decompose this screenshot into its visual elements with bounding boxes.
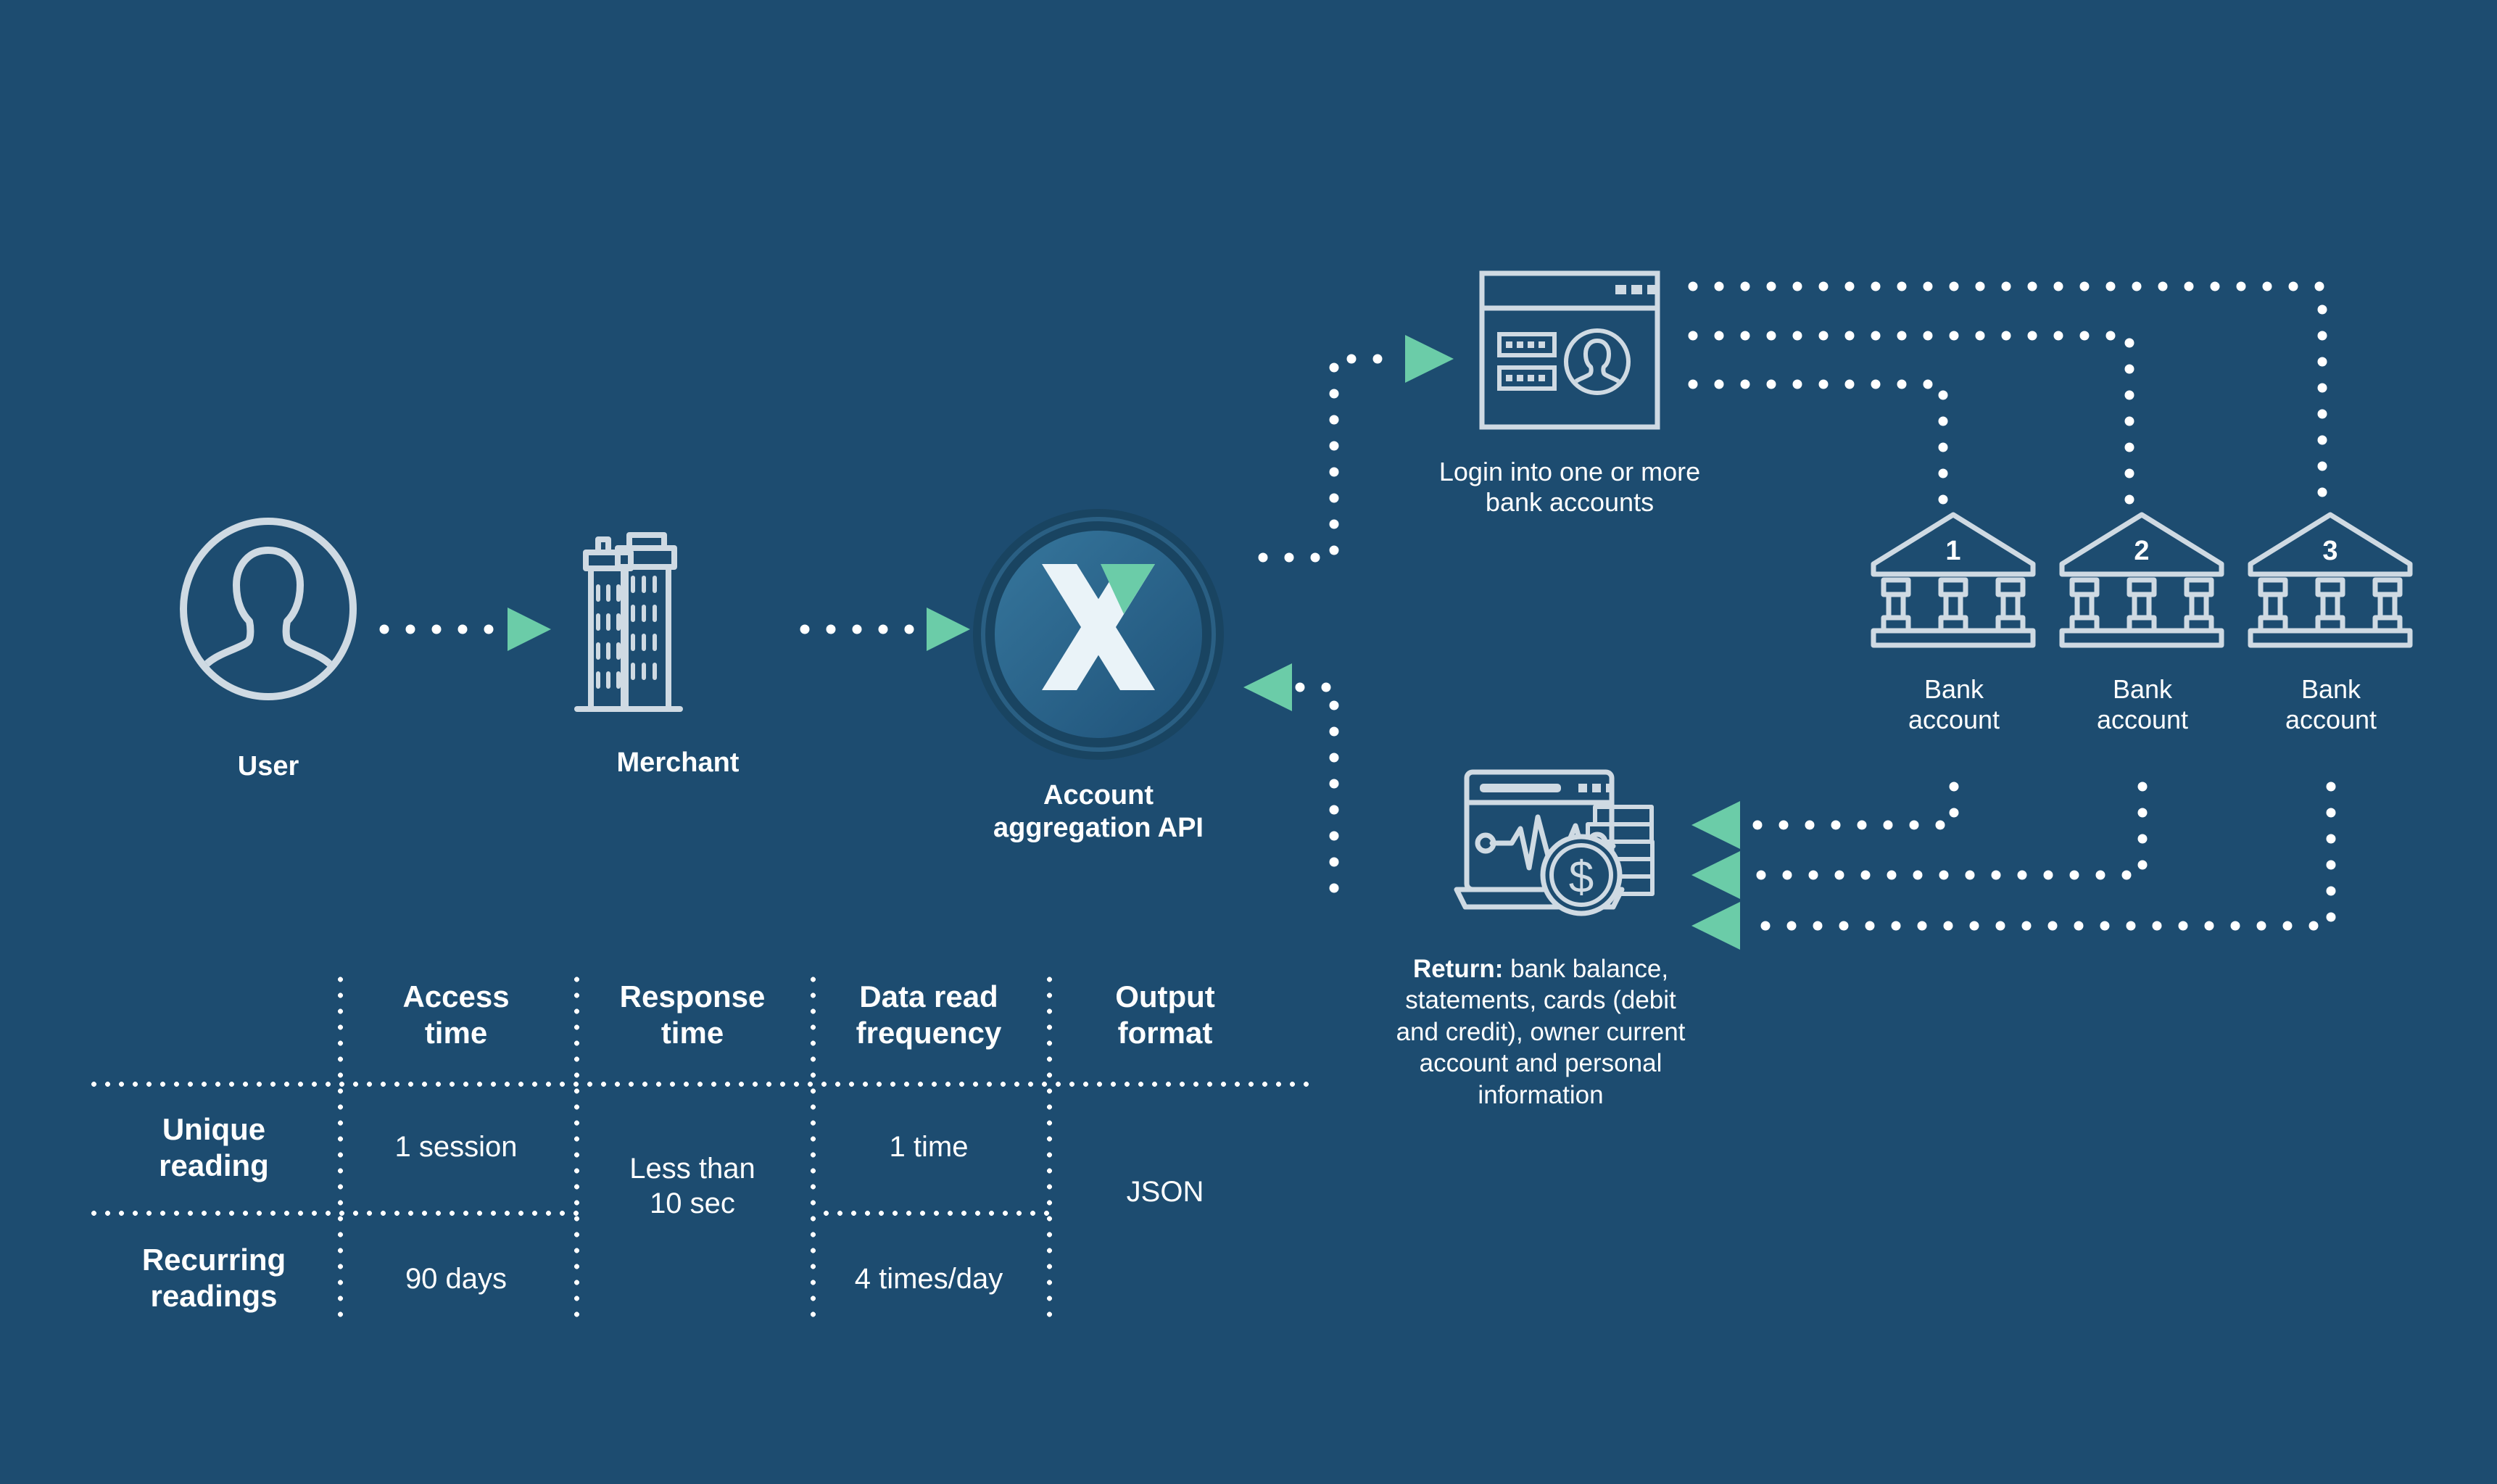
diagram-canvas: .dot { stroke:#ffffff; stroke-width:13; … bbox=[0, 0, 2497, 1484]
table-col-divider-4 bbox=[1047, 971, 1052, 1327]
table-col-divider-1 bbox=[338, 971, 343, 1327]
api-label: Account aggregation API bbox=[928, 779, 1269, 845]
login-label-line2: bank accounts bbox=[1485, 487, 1655, 518]
table-cell-response-l1: Less than bbox=[629, 1153, 755, 1185]
arrowhead-bank2-to-return bbox=[1691, 851, 1740, 899]
table-header-divider bbox=[87, 1082, 1312, 1087]
table-header-response-time: Response time bbox=[586, 979, 799, 1052]
arrowhead-return-to-api bbox=[1243, 663, 1292, 711]
bank-2-label: Bank account bbox=[2063, 674, 2222, 736]
bank-building-icon: 2 bbox=[2059, 512, 2224, 648]
table-header-output-format: Output format bbox=[1059, 979, 1272, 1052]
table-header-access-time-l2: time bbox=[424, 1016, 488, 1050]
table-header-data-read-l1: Data read bbox=[859, 979, 998, 1013]
dollar-sign-icon: $ bbox=[1569, 853, 1594, 903]
bank-3-label-line1: Bank bbox=[2301, 674, 2361, 704]
spec-table: Access time Response time Data read freq… bbox=[87, 971, 1312, 1327]
table-col-divider-3 bbox=[811, 971, 816, 1327]
bank-building-icon: 1 bbox=[1871, 512, 2036, 648]
merchant-node bbox=[573, 507, 783, 725]
user-avatar-icon bbox=[180, 518, 357, 700]
table-cell-response-l2: 10 sec bbox=[650, 1187, 735, 1219]
path-login-to-bank2 bbox=[1688, 331, 2134, 513]
table-header-data-read-frequency: Data read frequency bbox=[822, 979, 1035, 1052]
path-api-to-login bbox=[1258, 354, 1404, 563]
table-header-output-l2: format bbox=[1117, 1016, 1213, 1050]
path-bank3-to-return bbox=[1742, 782, 2336, 931]
login-label-line1: Login into one or more bbox=[1438, 457, 1701, 486]
table-cell-freq-recurring: 4 times/day bbox=[854, 1263, 1003, 1295]
bank-3-label: Bank account bbox=[2251, 674, 2411, 736]
arrowhead-bank1-to-return bbox=[1691, 801, 1740, 849]
table-cell-freq-unique: 1 time bbox=[889, 1131, 969, 1163]
browser-login-window-icon bbox=[1479, 270, 1660, 430]
table-row-label-unique-reading: Unique reading bbox=[94, 1111, 334, 1185]
bank-1-label: Bank account bbox=[1874, 674, 2034, 736]
bank-number-2: 2 bbox=[2134, 536, 2149, 566]
table-row-label-recurring-l1: Recurring bbox=[141, 1243, 286, 1277]
return-label: Return: bank balance, statements, cards … bbox=[1385, 953, 1697, 1111]
table-row-divider-freq bbox=[819, 1211, 1051, 1216]
arrowhead-user-to-merchant bbox=[508, 608, 551, 651]
table-cell-response-time: Less than 10 sec bbox=[586, 1151, 799, 1221]
login-label: Login into one or more bank accounts bbox=[1399, 457, 1740, 518]
bank-2-label-line1: Bank bbox=[2112, 674, 2173, 704]
api-label-line1: Account bbox=[1043, 780, 1154, 811]
path-login-to-bank3 bbox=[1688, 281, 2327, 513]
path-return-to-api bbox=[1293, 682, 1339, 893]
table-row-divider-left bbox=[87, 1211, 587, 1216]
table-header-output-l1: Output bbox=[1115, 979, 1215, 1013]
api-node bbox=[972, 507, 1225, 761]
bank-building-icon: 3 bbox=[2248, 512, 2413, 648]
chart-coins-icon: $ bbox=[1454, 769, 1655, 916]
path-bank2-to-return bbox=[1742, 782, 2148, 880]
table-row-label-unique-l1: Unique bbox=[162, 1112, 266, 1146]
bank-2-label-line2: account bbox=[2096, 705, 2189, 735]
user-label: User bbox=[237, 751, 299, 782]
arrowhead-bank3-to-return bbox=[1691, 902, 1740, 950]
path-bank1-to-return bbox=[1742, 782, 1959, 830]
bank-1-label-line2: account bbox=[1908, 705, 2000, 735]
arrowhead-api-to-login bbox=[1405, 335, 1454, 383]
table-header-data-read-l2: frequency bbox=[856, 1016, 1002, 1050]
table-cell-access-unique: 1 session bbox=[394, 1131, 518, 1163]
table-header-response-time-l1: Response bbox=[619, 979, 766, 1013]
table-header-access-time-l1: Access bbox=[402, 979, 510, 1013]
table-cell-output-format: JSON bbox=[1126, 1176, 1204, 1208]
table-cell-access-recurring: 90 days bbox=[405, 1263, 508, 1295]
table-row-label-unique-l2: reading bbox=[159, 1148, 269, 1183]
bank-3-label-line2: account bbox=[2285, 705, 2377, 735]
login-node bbox=[1479, 270, 1660, 437]
user-node bbox=[178, 518, 359, 700]
bank-1-label-line1: Bank bbox=[1924, 674, 1984, 704]
office-building-icon bbox=[574, 532, 683, 712]
return-label-bold: Return: bbox=[1412, 955, 1504, 983]
bank-1-node: 1 bbox=[1869, 507, 2037, 648]
api-label-line2: aggregation API bbox=[993, 812, 1204, 843]
bank-3-node: 3 bbox=[2246, 507, 2414, 648]
table-row-label-recurring-l2: readings bbox=[150, 1279, 278, 1314]
merchant-label: Merchant bbox=[616, 747, 740, 778]
table-col-divider-2 bbox=[574, 971, 579, 1327]
bank-number-3: 3 bbox=[2322, 536, 2337, 566]
table-row-label-recurring-readings: Recurring readings bbox=[94, 1242, 334, 1315]
bank-2-node: 2 bbox=[2058, 507, 2226, 648]
table-header-response-time-l2: time bbox=[661, 1016, 724, 1050]
table-header-access-time: Access time bbox=[349, 979, 563, 1052]
x-logo-icon bbox=[973, 509, 1224, 760]
bank-number-1: 1 bbox=[1945, 536, 1960, 566]
arrowhead-merchant-to-api bbox=[927, 608, 970, 651]
return-node: $ bbox=[1439, 765, 1671, 942]
